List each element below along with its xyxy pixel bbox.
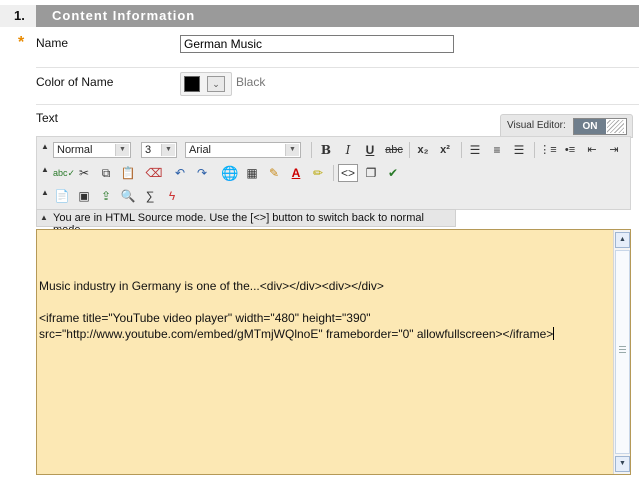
text-label: Text [36, 111, 59, 125]
text-color-icon[interactable]: A [287, 164, 305, 182]
editor-content[interactable]: Music industry in Germany is one of the.… [39, 278, 614, 342]
section-number: 1. [0, 5, 36, 27]
editor-line-3: src="http://www.youtube.com/embed/gMTmjW… [39, 327, 554, 341]
color-picker-button[interactable]: ⌄ [180, 72, 232, 96]
color-swatch [184, 76, 200, 92]
divider [36, 104, 639, 105]
source-mode-status-bar: ▲ You are in HTML Source mode. Use the [… [36, 209, 456, 236]
copy-icon[interactable]: ⧉ [97, 164, 115, 182]
section-title: Content Information [52, 8, 196, 23]
size-select[interactable]: 3 ▼ [141, 142, 177, 158]
unordered-list-icon[interactable]: •≡ [561, 141, 579, 159]
collapse-row-icon[interactable]: ▲ [41, 165, 49, 174]
indent-icon[interactable]: ⇥ [605, 141, 623, 159]
outdent-icon[interactable]: ⇤ [583, 141, 601, 159]
highlight-icon[interactable]: ✏ [309, 164, 327, 182]
text-caret [553, 327, 555, 340]
separator [333, 165, 334, 181]
attach-file-icon[interactable]: ⇪ [97, 187, 115, 205]
collapse-row-icon[interactable]: ▲ [41, 188, 49, 197]
align-center-icon[interactable]: ≡ [488, 141, 506, 159]
editor-line-2: <iframe title="YouTube video player" wid… [39, 311, 371, 325]
scroll-down-icon[interactable]: ▼ [615, 456, 630, 472]
collapse-row-icon[interactable]: ▲ [41, 142, 49, 151]
flash-icon[interactable]: ϟ [163, 187, 181, 205]
ordered-list-icon[interactable]: ⋮≡ [539, 141, 557, 159]
underline-icon[interactable]: U [361, 141, 379, 159]
chevron-down-icon: ▼ [161, 144, 175, 156]
chevron-down-icon: ▼ [285, 144, 299, 156]
font-select[interactable]: Arial ▼ [185, 142, 301, 158]
editor-line-1: Music industry in Germany is one of the.… [39, 279, 384, 293]
divider [36, 67, 639, 68]
format-select[interactable]: Normal ▼ [53, 142, 131, 158]
editor-scrollbar[interactable]: ▲ ▼ [613, 230, 630, 474]
scroll-thumb[interactable] [615, 250, 630, 454]
equation-icon[interactable]: ∑ [141, 187, 159, 205]
toolbar-row-2: ▲ abc✓ ✂ ⧉ 📋 ⌫ ↶ ↷ 🌐 ▦ ✎ A ✏ <> ❐ ✔ [37, 161, 630, 185]
chevron-down-icon: ▼ [115, 144, 129, 156]
italic-icon[interactable]: I [339, 141, 357, 159]
check-icon[interactable]: ✔ [384, 164, 402, 182]
spellcheck-icon[interactable]: abc✓ [53, 164, 75, 182]
visual-editor-state: ON [574, 119, 606, 134]
pencil-icon[interactable]: ✎ [265, 164, 283, 182]
chevron-down-icon: ⌄ [207, 76, 225, 92]
paste-icon[interactable]: 📋 [119, 164, 137, 182]
superscript-icon[interactable]: x² [436, 141, 454, 159]
scroll-up-icon[interactable]: ▲ [615, 232, 630, 248]
redo-icon[interactable]: ↷ [193, 164, 211, 182]
name-label: Name [36, 36, 69, 50]
undo-icon[interactable]: ↶ [171, 164, 189, 182]
section-header: 1. Content Information [0, 5, 639, 27]
toggle-off-stripe [607, 120, 624, 133]
toolbar-row-3: ▲ 📄 ▣ ⇪ 🔍 ∑ ϟ [37, 184, 630, 208]
preview-icon[interactable]: ❐ [362, 164, 380, 182]
color-label: Color of Name [36, 75, 114, 89]
separator [534, 142, 535, 158]
find-icon[interactable]: 🔍 [119, 187, 137, 205]
visual-editor-toggle[interactable]: ON [573, 118, 627, 135]
align-right-icon[interactable]: ☰ [510, 141, 528, 159]
required-star-icon: * [18, 34, 25, 51]
name-input[interactable] [180, 35, 454, 53]
size-select-value: 3 [145, 144, 152, 156]
separator [409, 142, 410, 158]
visual-editor-toggle-box: Visual Editor: ON [500, 114, 633, 138]
font-select-value: Arial [189, 144, 212, 156]
table-icon[interactable]: ▦ [243, 164, 261, 182]
editor-toolbar: ▲ Normal ▼ 3 ▼ Arial ▼ B I U abc x₂ x² ☰… [36, 136, 631, 210]
color-value: Black [236, 75, 266, 89]
image-icon[interactable]: ▣ [75, 187, 93, 205]
visual-editor-label: Visual Editor: [507, 120, 566, 131]
eraser-icon[interactable]: ⌫ [145, 164, 163, 182]
collapse-status-icon[interactable]: ▲ [40, 213, 48, 222]
html-source-icon[interactable]: <> [338, 164, 358, 182]
cut-icon[interactable]: ✂ [75, 164, 93, 182]
align-left-icon[interactable]: ☰ [466, 141, 484, 159]
toolbar-row-1: ▲ Normal ▼ 3 ▼ Arial ▼ B I U abc x₂ x² ☰… [37, 138, 630, 162]
link-icon[interactable]: 🌐 [221, 164, 239, 182]
bold-icon[interactable]: B [317, 141, 335, 159]
separator [311, 142, 312, 158]
grip-icon [619, 346, 626, 354]
paste-word-icon[interactable]: 📄 [53, 187, 71, 205]
separator [461, 142, 462, 158]
format-select-value: Normal [57, 144, 93, 156]
html-source-editor[interactable]: Music industry in Germany is one of the.… [36, 229, 631, 475]
subscript-icon[interactable]: x₂ [414, 141, 432, 159]
strikethrough-icon[interactable]: abc [383, 141, 405, 159]
